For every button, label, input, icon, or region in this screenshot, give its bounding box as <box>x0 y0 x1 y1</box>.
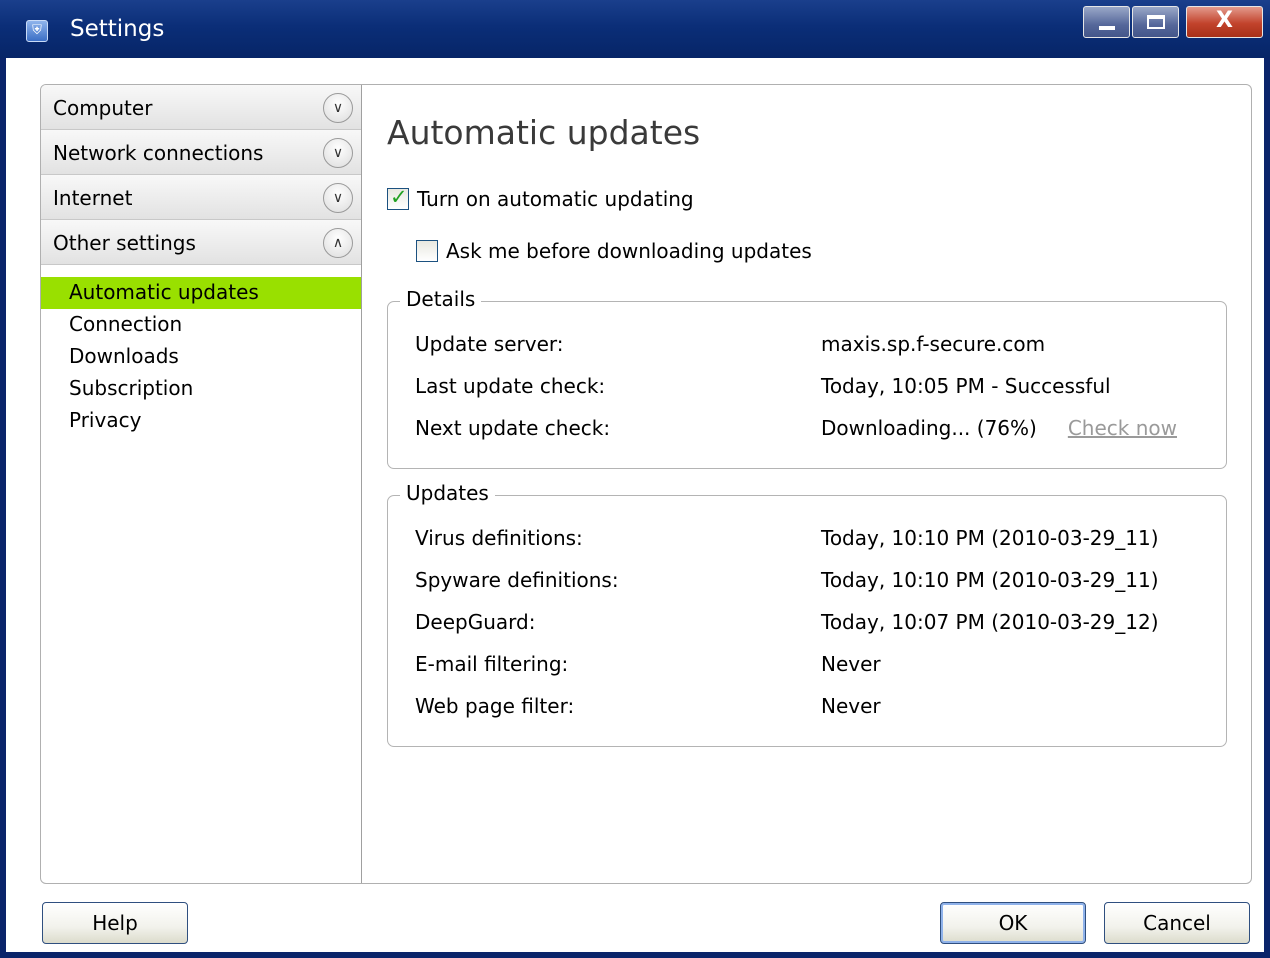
close-button[interactable]: X <box>1186 6 1263 38</box>
update-value: Never <box>821 694 881 718</box>
maximize-button[interactable] <box>1132 6 1179 38</box>
auto-update-label[interactable]: Turn on automatic updating <box>417 187 694 211</box>
sidebar-category-other-settings[interactable]: Other settings ∧ <box>41 220 361 265</box>
update-value: Today, 10:10 PM (2010-03-29_11) <box>821 568 1159 592</box>
updates-legend: Updates <box>400 481 495 505</box>
updates-row: E-mail filtering: Never <box>415 652 1205 680</box>
updates-row: Virus definitions: Today, 10:10 PM (2010… <box>415 526 1205 554</box>
category-label: Network connections <box>53 141 264 165</box>
update-key: Virus definitions: <box>415 526 583 550</box>
ask-me-checkbox[interactable] <box>416 240 438 262</box>
detail-value: maxis.sp.f-secure.com <box>821 332 1046 356</box>
category-label: Other settings <box>53 231 196 255</box>
details-row: Update server: maxis.sp.f-secure.com <box>415 332 1205 360</box>
update-key: Web page filter: <box>415 694 575 718</box>
sidebar-item-connection[interactable]: Connection <box>41 309 361 341</box>
detail-key: Next update check: <box>415 416 611 440</box>
cancel-button[interactable]: Cancel <box>1104 902 1250 944</box>
page-title: Automatic updates <box>387 113 701 152</box>
sidebar-category-network-connections[interactable]: Network connections ∨ <box>41 130 361 175</box>
sidebar-item-subscription[interactable]: Subscription <box>41 373 361 405</box>
details-row: Last update check: Today, 10:05 PM - Suc… <box>415 374 1205 402</box>
chevron-up-icon[interactable]: ∧ <box>323 228 353 258</box>
update-value: Never <box>821 652 881 676</box>
settings-window: ⛨ Settings X Computer ∨ Network connecti… <box>0 0 1270 958</box>
update-key: DeepGuard: <box>415 610 536 634</box>
checkmark-icon: ✓ <box>390 185 408 209</box>
shield-app-icon: ⛨ <box>26 20 48 42</box>
chevron-down-icon[interactable]: ∨ <box>323 138 353 168</box>
ask-me-label[interactable]: Ask me before downloading updates <box>446 239 812 263</box>
ask-me-checkbox-row[interactable]: Ask me before downloading updates <box>416 239 812 263</box>
category-label: Computer <box>53 96 153 120</box>
sidebar-item-privacy[interactable]: Privacy <box>41 405 361 437</box>
update-value: Today, 10:10 PM (2010-03-29_11) <box>821 526 1159 550</box>
details-legend: Details <box>400 287 482 311</box>
minimize-button[interactable] <box>1083 6 1130 38</box>
detail-value: Today, 10:05 PM - Successful <box>821 374 1111 398</box>
main-content: Automatic updates ✓ Turn on automatic up… <box>362 85 1251 883</box>
updates-row: Web page filter: Never <box>415 694 1205 722</box>
help-button[interactable]: Help <box>42 902 188 944</box>
check-now-link[interactable]: Check now <box>1068 416 1177 440</box>
sidebar-item-downloads[interactable]: Downloads <box>41 341 361 373</box>
chevron-down-icon[interactable]: ∨ <box>323 93 353 123</box>
details-row: Next update check: Downloading... (76%) … <box>415 416 1205 444</box>
details-group: Details Update server: maxis.sp.f-secure… <box>387 287 1227 469</box>
update-key: Spyware definitions: <box>415 568 619 592</box>
ok-button[interactable]: OK <box>940 902 1086 944</box>
updates-group: Updates Virus definitions: Today, 10:10 … <box>387 481 1227 747</box>
settings-panel: Computer ∨ Network connections ∨ Interne… <box>40 84 1252 884</box>
sidebar-item-automatic-updates[interactable]: Automatic updates <box>41 277 361 309</box>
detail-value: Downloading... (76%) <box>821 416 1037 440</box>
title-bar[interactable]: ⛨ Settings X <box>0 0 1270 58</box>
category-label: Internet <box>53 186 133 210</box>
auto-update-checkbox-row[interactable]: ✓ Turn on automatic updating <box>387 185 694 211</box>
sidebar-category-internet[interactable]: Internet ∨ <box>41 175 361 220</box>
chevron-down-icon[interactable]: ∨ <box>323 183 353 213</box>
sidebar-category-computer[interactable]: Computer ∨ <box>41 85 361 130</box>
client-area: Computer ∨ Network connections ∨ Interne… <box>6 58 1264 952</box>
window-title: Settings <box>70 16 165 42</box>
update-value: Today, 10:07 PM (2010-03-29_12) <box>821 610 1159 634</box>
updates-row: Spyware definitions: Today, 10:10 PM (20… <box>415 568 1205 596</box>
maximize-icon <box>1147 15 1165 29</box>
updates-row: DeepGuard: Today, 10:07 PM (2010-03-29_1… <box>415 610 1205 638</box>
auto-update-checkbox[interactable]: ✓ <box>387 185 409 210</box>
detail-key: Last update check: <box>415 374 606 398</box>
detail-key: Update server: <box>415 332 564 356</box>
sidebar: Computer ∨ Network connections ∨ Interne… <box>41 85 362 883</box>
update-key: E-mail filtering: <box>415 652 569 676</box>
minimize-icon <box>1099 26 1115 30</box>
close-icon: X <box>1216 8 1233 33</box>
